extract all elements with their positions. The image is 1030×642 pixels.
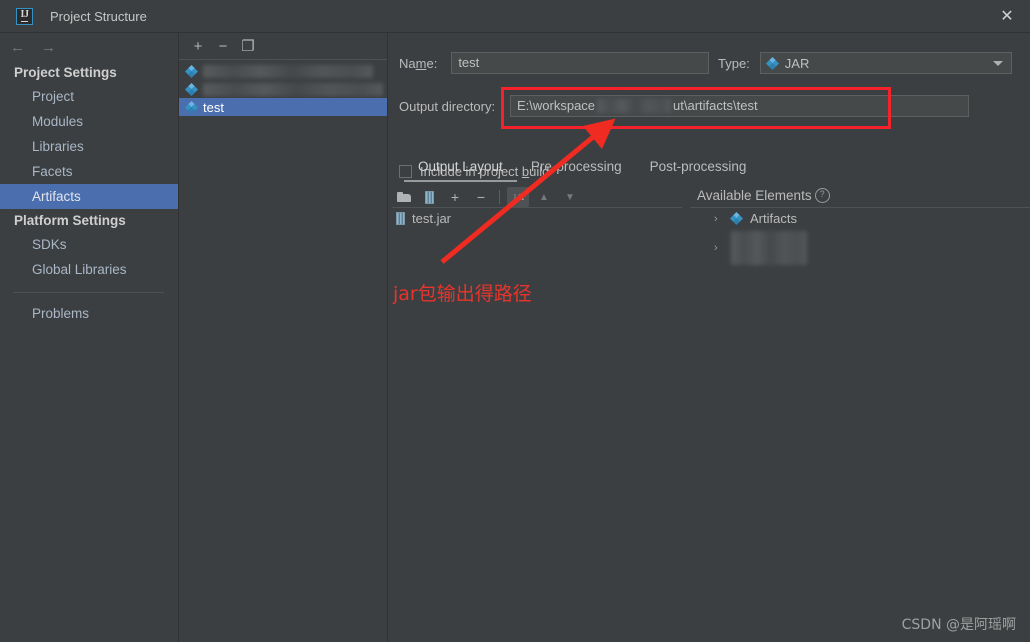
- create-directory-icon[interactable]: [392, 187, 414, 207]
- annotation-note: jar包输出得路径: [393, 283, 532, 305]
- name-label: Name:: [399, 55, 438, 71]
- artifact-type-select[interactable]: JAR: [759, 52, 1012, 74]
- close-icon[interactable]: ✕: [984, 0, 1030, 31]
- artifact-diamond-icon: [184, 82, 199, 96]
- window-title: Project Structure: [50, 8, 147, 24]
- output-layout-node-testjar[interactable]: test.jar: [396, 211, 451, 226]
- sidebar-divider: [14, 292, 164, 293]
- artifact-list-panel: + − ❐ test: [179, 33, 388, 642]
- name-field-row: Name:: [399, 52, 710, 74]
- artifact-diamond-icon: [184, 100, 199, 114]
- artifact-list: test: [179, 60, 387, 116]
- artifact-list-item[interactable]: [179, 62, 387, 80]
- move-down-icon[interactable]: ▼: [559, 187, 581, 207]
- available-elements-node-label: Artifacts: [750, 211, 797, 226]
- watermark: CSDN @是阿瑶啊: [901, 617, 1016, 633]
- output-layout-divider: [392, 207, 682, 208]
- type-field-row: Type: JAR: [718, 52, 1012, 74]
- artifact-diamond-icon: [765, 56, 779, 70]
- artifact-list-item-label-blurred: [203, 82, 383, 96]
- available-elements-header: Available Elements ?: [697, 188, 830, 203]
- chevron-down-icon: [992, 60, 1003, 66]
- type-label: Type:: [718, 55, 750, 71]
- tab-pre-processing[interactable]: Pre-processing: [517, 159, 636, 182]
- output-directory-value-part1: E:\workspace: [517, 98, 596, 113]
- output-directory-input-wrap: E:\workspace ut\artifacts\test: [510, 95, 969, 117]
- copy-artifact-button[interactable]: ❐: [237, 35, 259, 57]
- artifact-name-input[interactable]: [451, 52, 710, 74]
- output-directory-row: Output directory:: [399, 99, 495, 114]
- sidebar-item-project[interactable]: Project: [0, 84, 178, 109]
- output-directory-value-blurred: [597, 99, 672, 113]
- project-structure-dialog: IJ Project Structure ✕ ← → Project Setti…: [0, 0, 1030, 642]
- help-icon[interactable]: ?: [814, 188, 830, 203]
- sidebar-nav-arrows: ← →: [0, 33, 178, 61]
- artifact-type-value: JAR: [784, 55, 810, 71]
- sort-icon[interactable]: ↓a: [507, 187, 529, 207]
- sidebar-item-facets[interactable]: Facets: [0, 159, 178, 184]
- artifact-detail-panel: Name: Type: JAR Output directory:: [388, 33, 1030, 642]
- tab-post-processing[interactable]: Post-processing: [636, 159, 761, 182]
- add-icon[interactable]: +: [444, 187, 466, 207]
- output-layout-toolbar: + − ↓a ▲ ▼: [392, 186, 682, 208]
- output-directory-label: Output directory:: [399, 99, 496, 114]
- available-elements-node-module[interactable]: ›: [714, 231, 807, 265]
- available-elements-node-label-blurred: [731, 231, 807, 265]
- available-elements-node-artifacts[interactable]: › Artifacts: [714, 211, 797, 226]
- sidebar-item-sdks[interactable]: SDKs: [0, 232, 178, 257]
- forward-arrow-icon[interactable]: →: [41, 39, 56, 56]
- artifact-list-item-test[interactable]: test: [179, 98, 387, 116]
- remove-artifact-button[interactable]: −: [212, 35, 234, 57]
- settings-sidebar: ← → Project Settings Project Modules Lib…: [0, 33, 179, 642]
- artifact-list-item-label: test: [203, 99, 224, 115]
- add-artifact-button[interactable]: +: [187, 35, 209, 57]
- sidebar-item-problems[interactable]: Problems: [0, 301, 178, 326]
- sidebar-item-artifacts[interactable]: Artifacts: [0, 184, 178, 209]
- jar-icon: [396, 212, 405, 225]
- intellij-logo-text: IJ: [20, 9, 29, 22]
- artifact-list-item-label-blurred: [203, 64, 373, 78]
- dialog-body: ← → Project Settings Project Modules Lib…: [0, 33, 1030, 642]
- sidebar-item-modules[interactable]: Modules: [0, 109, 178, 134]
- intellij-logo-icon: IJ: [16, 7, 33, 25]
- sidebar-group-project-settings: Project Settings: [14, 65, 117, 80]
- output-directory-value-part2: ut\artifacts\test: [673, 98, 758, 113]
- sidebar-item-libraries[interactable]: Libraries: [0, 134, 178, 159]
- back-arrow-icon[interactable]: ←: [10, 39, 25, 56]
- available-elements-title: Available Elements: [697, 188, 812, 203]
- title-bar: IJ Project Structure ✕: [0, 0, 1030, 33]
- layout-tabs: Output Layout Pre-processing Post-proces…: [404, 159, 760, 182]
- move-up-icon[interactable]: ▲: [533, 187, 555, 207]
- sidebar-item-global-libraries[interactable]: Global Libraries: [0, 257, 178, 282]
- artifact-list-item[interactable]: [179, 80, 387, 98]
- output-layout-node-label: test.jar: [412, 211, 452, 226]
- artifact-diamond-icon: [729, 211, 744, 226]
- artifact-list-toolbar: + − ❐: [179, 33, 387, 60]
- chevron-right-icon[interactable]: ›: [714, 213, 723, 225]
- tab-output-layout[interactable]: Output Layout: [404, 159, 517, 182]
- artifact-diamond-icon: [184, 64, 199, 78]
- output-directory-input[interactable]: E:\workspace ut\artifacts\test: [510, 95, 969, 117]
- create-archive-icon[interactable]: [418, 187, 440, 207]
- remove-icon[interactable]: −: [470, 187, 492, 207]
- available-elements-divider: [690, 207, 1030, 208]
- sidebar-group-platform-settings: Platform Settings: [14, 213, 126, 228]
- chevron-right-icon[interactable]: ›: [714, 242, 723, 254]
- toolbar-separator: [499, 190, 500, 204]
